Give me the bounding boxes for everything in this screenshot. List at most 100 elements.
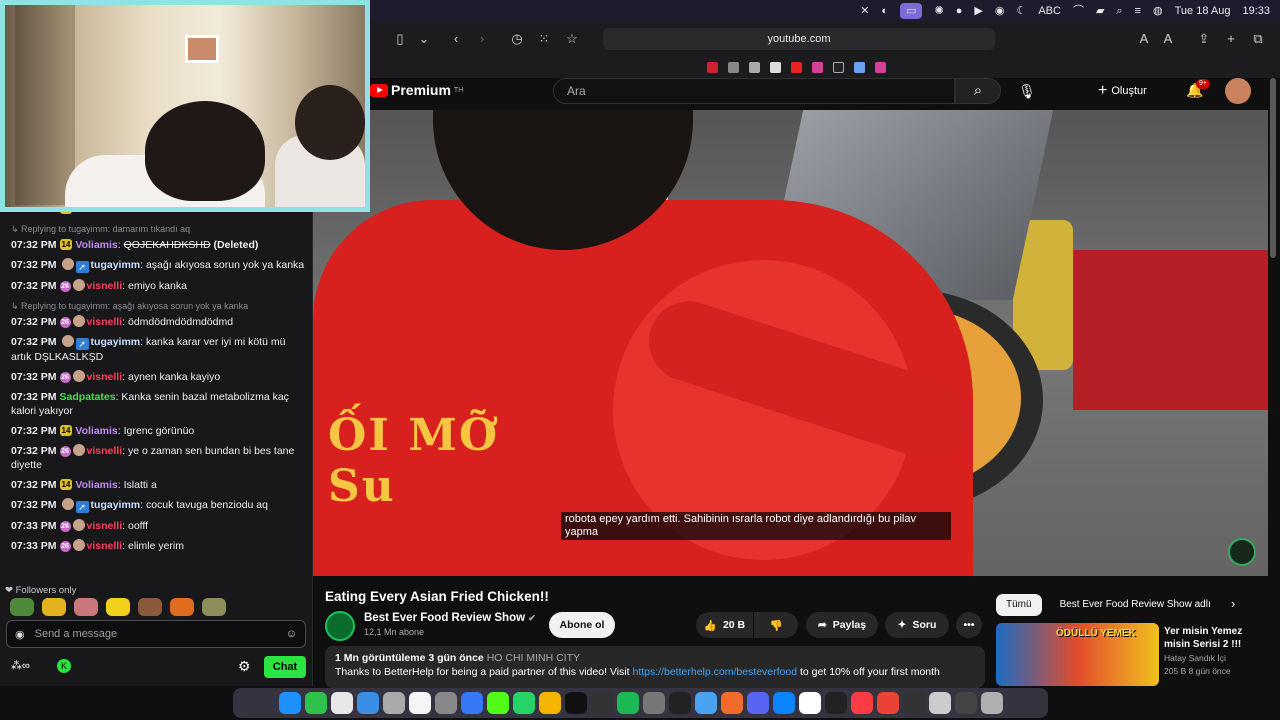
chat-message[interactable]: 07:32 PM 14 Voliamis: Islatti a: [11, 478, 305, 492]
search-input[interactable]: Ara: [553, 78, 955, 104]
kick-icon[interactable]: K: [57, 659, 71, 673]
finder-icon[interactable]: [278, 692, 301, 714]
chat-message[interactable]: 07:33 PM 26 visnelli: oofff: [11, 519, 305, 533]
chat-message[interactable]: 07:32 PM 26 visnelli: ödmdödmdödmdödmd: [11, 315, 305, 329]
chat-message[interactable]: 07:32 PM ➚ tugayimm: aşağı akıyosa sorun y…: [11, 258, 305, 273]
chat-message[interactable]: 07:33 PM 26 visnelli: elimle yerim: [11, 539, 305, 553]
chat-message[interactable]: 07:32 PM ➚ tugayimm: cocuk tavuga benziodu…: [11, 498, 305, 513]
create-button[interactable]: + Oluştur: [1098, 79, 1147, 103]
tabs-icon[interactable]: ⧉: [1249, 31, 1267, 47]
instagram-favorite-icon[interactable]: [812, 61, 823, 73]
wifi-icon[interactable]: ⌒: [1073, 0, 1084, 22]
emote-sunglasses[interactable]: [42, 598, 66, 616]
chat-username[interactable]: Voliamis: [75, 425, 117, 437]
emoji-icon[interactable]: ☺: [286, 628, 297, 640]
mail-icon[interactable]: [356, 692, 379, 714]
chat-username[interactable]: Voliamis: [75, 479, 117, 491]
chat-username[interactable]: tugayimm: [91, 259, 141, 271]
favorite-icon[interactable]: [770, 61, 781, 73]
chevron-right-icon[interactable]: ›: [1231, 596, 1235, 611]
like-button[interactable]: 👍 20 B: [696, 612, 753, 638]
new-tab-icon[interactable]: +: [1222, 31, 1240, 47]
play-icon[interactable]: ▶: [974, 0, 982, 22]
channel-avatar[interactable]: [325, 611, 355, 641]
chat-username[interactable]: visnelli: [87, 520, 123, 532]
spotlight-icon[interactable]: ⌕: [1116, 0, 1122, 22]
music-icon[interactable]: [850, 692, 873, 714]
chat-message[interactable]: 07:32 PM 14 Voliamis: Igrenc görünüo: [11, 424, 305, 438]
emote-people[interactable]: [138, 598, 162, 616]
chat-send-button[interactable]: Chat: [264, 656, 306, 678]
chat-message[interactable]: 07:32 PM ➚ tugayimm: kanka karar ver iyi m…: [11, 335, 305, 364]
photos-icon[interactable]: [538, 692, 561, 714]
text-smaller-icon[interactable]: A: [1135, 31, 1153, 47]
chat-username[interactable]: Voliamis: [75, 239, 117, 251]
chat-username[interactable]: visnelli: [87, 371, 123, 383]
subscribe-button[interactable]: Abone ol: [549, 612, 615, 638]
trash-icon[interactable]: [980, 692, 1003, 714]
app-icon[interactable]: [954, 692, 977, 714]
emote-cat[interactable]: [202, 598, 226, 616]
text-larger-icon[interactable]: A: [1159, 31, 1177, 47]
app-icon[interactable]: [590, 692, 613, 714]
favorite-icon[interactable]: [728, 61, 739, 73]
input-source[interactable]: ABC: [1038, 0, 1061, 22]
recommended-video[interactable]: ÖDÜLLÜ YEMEK Yer misin Yemez misin Seris…: [996, 623, 1266, 686]
share-icon[interactable]: ⇪: [1195, 31, 1213, 47]
youtube-logo[interactable]: Premium TH: [370, 82, 463, 98]
chat-username[interactable]: visnelli: [87, 280, 123, 292]
whatsapp-icon[interactable]: [512, 692, 535, 714]
menubar-date[interactable]: Tue 18 Aug: [1175, 0, 1231, 22]
sidebar-toggle-icon[interactable]: ▯: [391, 31, 409, 47]
history-icon[interactable]: ◷: [508, 31, 526, 47]
settings-icon[interactable]: [382, 692, 405, 714]
app-icon[interactable]: [772, 692, 795, 714]
discord-icon[interactable]: [746, 692, 769, 714]
recommended-thumbnail[interactable]: ÖDÜLLÜ YEMEK: [996, 623, 1159, 686]
moon-icon[interactable]: ☾: [1016, 0, 1026, 22]
search-button[interactable]: ⌕: [955, 78, 1001, 104]
video-description[interactable]: 1 Mn görüntüleme 3 gün önce HO CHI MINH …: [325, 646, 985, 688]
emote-yellow[interactable]: [106, 598, 130, 616]
notes-icon[interactable]: [408, 692, 431, 714]
safari-icon[interactable]: [694, 692, 717, 714]
app-icon[interactable]: [824, 692, 847, 714]
favorite-icon[interactable]: [749, 61, 760, 73]
favorite-icon[interactable]: [854, 61, 865, 73]
recommended-title[interactable]: Yer misin Yemez misin Serisi 2 !!!: [1164, 625, 1264, 651]
brightness-icon[interactable]: ✺: [934, 0, 943, 22]
chat-message[interactable]: 07:32 PM 26 visnelli: ye o zaman sen bunda…: [11, 444, 305, 472]
video-player[interactable]: ỐI MỠ Su robota epey yardım etti. Sahibin…: [313, 110, 1268, 576]
chrome-icon[interactable]: [876, 692, 899, 714]
spotify-icon[interactable]: [616, 692, 639, 714]
dislike-button[interactable]: 👎: [754, 612, 798, 638]
airdrop-icon[interactable]: ◉: [995, 0, 1005, 22]
chat-message[interactable]: 07:32 PM 26 visnelli: emiyo kanka: [11, 279, 305, 293]
channel-watermark-icon[interactable]: [1228, 538, 1256, 566]
app-icon[interactable]: [928, 692, 951, 714]
settings-gear-icon[interactable]: ⚙: [238, 658, 251, 675]
screen-mirror-icon[interactable]: ▭: [900, 3, 923, 19]
tab-overview-icon[interactable]: ⁙: [535, 31, 553, 47]
chevron-down-icon[interactable]: ⌄: [415, 31, 433, 47]
chat-username[interactable]: visnelli: [87, 445, 123, 457]
youtube-favorite-icon[interactable]: [791, 61, 802, 73]
recommended-channel[interactable]: Hatay Sandık İçi: [1164, 653, 1226, 663]
chat-username[interactable]: tugayimm: [91, 336, 141, 348]
account-avatar[interactable]: [1225, 78, 1251, 104]
description-link[interactable]: https://betterhelp.com/besteverfood: [632, 666, 797, 678]
app-icon[interactable]: [798, 692, 821, 714]
kick-app-icon[interactable]: [486, 692, 509, 714]
emote-bar[interactable]: [10, 598, 226, 616]
app-icon[interactable]: [304, 692, 327, 714]
chat-username[interactable]: Sadpatates: [60, 391, 116, 403]
app-icon[interactable]: [642, 692, 665, 714]
launchpad-icon[interactable]: [330, 692, 353, 714]
more-actions-button[interactable]: •••: [956, 612, 982, 638]
chip-channel[interactable]: Best Ever Food Review Show adlı: [1050, 594, 1210, 616]
emote-faces[interactable]: [74, 598, 98, 616]
app-icon[interactable]: [460, 692, 483, 714]
chat-message-input[interactable]: ◉ Send a message ☺: [6, 620, 306, 648]
voice-search-icon[interactable]: 🎙: [1013, 78, 1041, 104]
back-icon[interactable]: ‹: [447, 31, 465, 47]
